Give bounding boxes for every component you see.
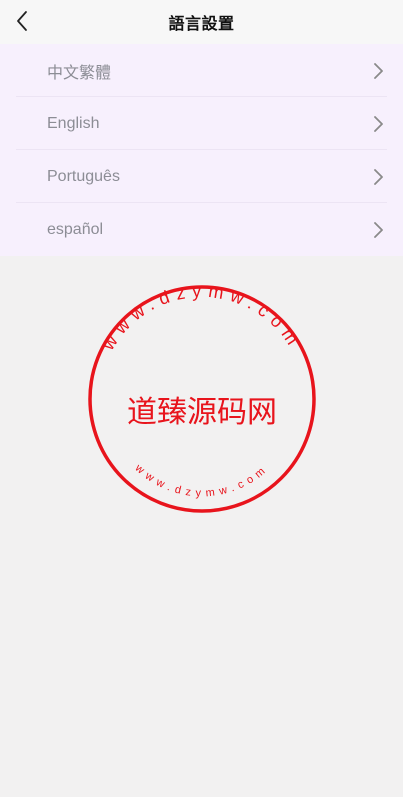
language-label: 中文繁體 (47, 64, 112, 82)
chevron-right-icon (374, 115, 383, 132)
stamp-center-text: 道臻源码网 (127, 395, 277, 430)
language-list: 中文繁體 English Português español (0, 44, 403, 256)
stamp-outer-text: www.dzymw.com (97, 283, 306, 354)
language-item-en[interactable]: English (0, 97, 403, 150)
chevron-right-icon (374, 221, 383, 238)
language-label: English (47, 114, 100, 132)
chevron-right-icon (374, 168, 383, 185)
back-button[interactable] (8, 6, 36, 36)
language-item-pt[interactable]: Português (0, 150, 403, 203)
language-label: Português (47, 167, 120, 185)
language-label: español (47, 220, 104, 238)
page-title: 語言設置 (168, 16, 235, 33)
language-item-es[interactable]: español (0, 203, 403, 256)
stamp-inner-text: www.dzymw.com (132, 462, 271, 500)
watermark-stamp: www.dzymw.com 道臻源码网 www.dzymw.com (88, 283, 316, 513)
language-item-zh-hant[interactable]: 中文繁體 (0, 44, 403, 97)
chevron-right-icon (374, 62, 383, 79)
header: 語言設置 (0, 0, 403, 44)
chevron-left-icon (17, 11, 27, 31)
